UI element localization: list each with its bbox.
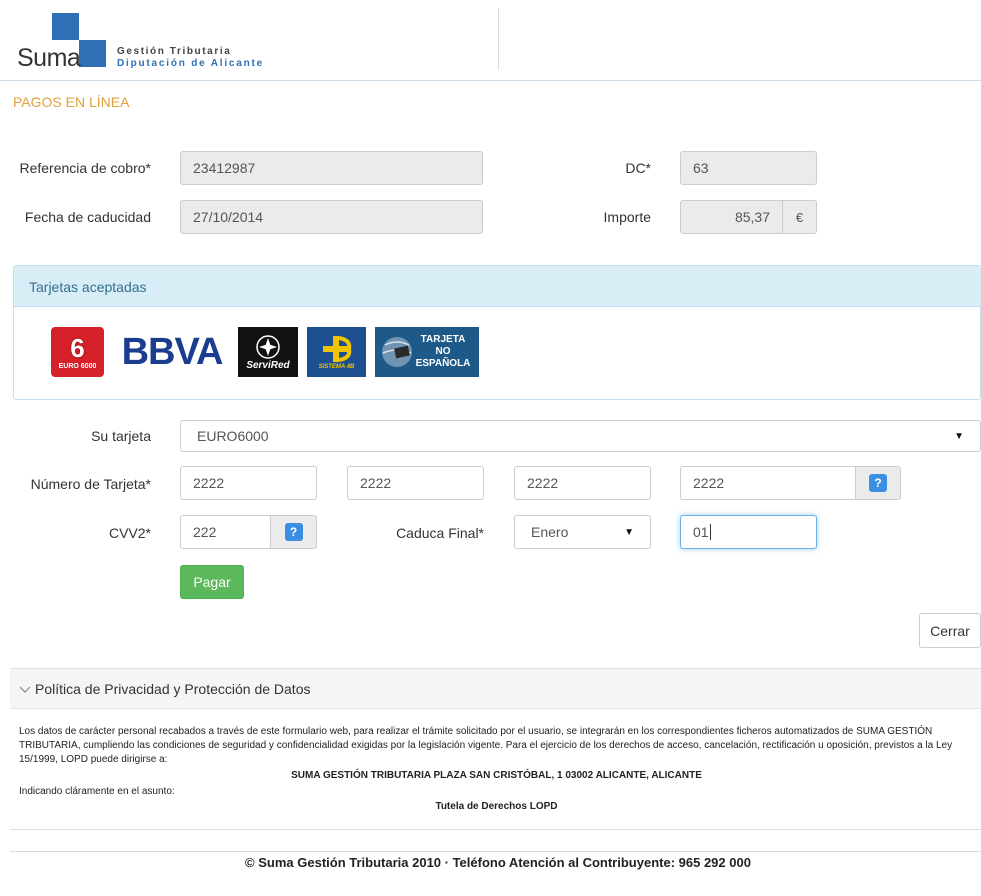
reference-field: 23412987 [180, 151, 483, 185]
dc-field: 63 [680, 151, 817, 185]
card-number-part-3[interactable]: 2222 [514, 466, 651, 500]
expiry-date-value: 27/10/2014 [193, 209, 264, 225]
currency-symbol: € [795, 209, 804, 225]
amount-value: 85,37 [734, 209, 770, 225]
page-title: PAGOS EN LÍNEA [13, 94, 130, 110]
privacy-subject-label: Indicando cláramente en el asunto: [19, 786, 175, 797]
euro6000-glyph: 6 [70, 332, 85, 363]
card-number-part-1[interactable]: 2222 [180, 466, 317, 500]
expiry-year-value: 01 [693, 524, 709, 540]
privacy-subject: Tutela de Derechos LOPD [435, 801, 558, 812]
card-number-part-1-value: 2222 [193, 475, 225, 491]
sistema4b-logo: SISTEMA 4B [307, 327, 366, 377]
euro6000-caption: EURO 6000 [58, 362, 97, 370]
card-number-label: Número de Tarjeta* [30, 476, 151, 492]
cvv-help-addon[interactable]: ? [271, 515, 317, 549]
currency-addon: € [783, 200, 817, 234]
card-number-part-4[interactable]: 2222 [680, 466, 856, 500]
logo-subtitle-1: Gestión Tributaria [117, 46, 232, 57]
accepted-cards-header [14, 266, 981, 307]
sistema4b-text: SISTEMA 4B [318, 364, 355, 370]
expiry-year-field[interactable]: 01 [680, 515, 817, 549]
globe-icon [382, 337, 412, 367]
text-cursor [709, 524, 711, 540]
privacy-title: Política de Privacidad y Protección de D… [35, 681, 311, 697]
cvv-help-icon[interactable]: ? [284, 523, 303, 541]
logo-wordmark: Suma [17, 44, 81, 72]
cvv-value: 222 [193, 524, 217, 540]
card-type-caret-icon: ▼ [954, 430, 964, 442]
chevron-down-icon[interactable] [19, 686, 31, 694]
bbva-text: BBVA [121, 330, 224, 373]
expiry-month-caret-icon: ▼ [624, 526, 634, 538]
privacy-paragraph: Los datos de carácter personal recabados… [19, 726, 953, 765]
footer-separator-2 [10, 851, 981, 852]
pay-button[interactable]: Pagar [180, 565, 244, 599]
expiry-date-label: Fecha de caducidad [24, 209, 151, 225]
euro6000-logo: 6 EURO 6000 [51, 327, 104, 377]
accepted-cards-title: Tarjetas aceptadas [29, 279, 147, 295]
card-number-part-4-value: 2222 [693, 475, 725, 491]
close-button[interactable]: Cerrar [919, 613, 981, 648]
reference-value: 23412987 [193, 160, 256, 176]
tarjeta-no-espanola-logo: TARJETA NO ESPAÑOLA [375, 327, 479, 377]
expiry-label: Caduca Final* [396, 525, 484, 541]
card-number-part-2-value: 2222 [360, 475, 392, 491]
dc-label: DC* [625, 160, 651, 176]
sistema4b-emblem-icon [322, 336, 351, 362]
cvv-field[interactable]: 222 [180, 515, 271, 549]
amount-field: 85,37 [680, 200, 783, 234]
amount-label: Importe [603, 209, 651, 225]
logo-square-top [52, 13, 79, 40]
expiry-date-field: 27/10/2014 [180, 200, 483, 234]
footer-text: © Suma Gestión Tributaria 2010 · Teléfon… [245, 855, 751, 870]
footer-separator-1 [10, 829, 981, 830]
card-number-help-icon[interactable]: ? [869, 474, 887, 492]
card-number-help-addon[interactable]: ? [856, 466, 901, 500]
bbva-logo: BBVA [115, 327, 229, 377]
dc-value: 63 [693, 160, 709, 176]
servired-text: ServiRed [246, 359, 290, 371]
card-number-part-2[interactable]: 2222 [347, 466, 484, 500]
logo-subtitle-2: Diputación de Alicante [117, 58, 265, 69]
card-number-part-3-value: 2222 [527, 475, 559, 491]
card-type-select[interactable]: EURO6000 ▼ [180, 420, 981, 452]
header-bottom-line [0, 80, 981, 81]
card-type-label: Su tarjeta [91, 428, 151, 444]
expiry-month-value: Enero [531, 524, 569, 540]
logo-square-bottom [79, 40, 106, 67]
header-divider [498, 8, 499, 70]
privacy-address: SUMA GESTIÓN TRIBUTARIA PLAZA SAN CRISTÓ… [291, 770, 702, 781]
tarjeta-no-espanola-text: TARJETA NO ESPAÑOLA [415, 334, 471, 369]
reference-label: Referencia de cobro* [19, 160, 151, 176]
servired-logo: ServiRed [238, 327, 298, 377]
servired-emblem-icon [256, 334, 280, 359]
card-type-value: EURO6000 [197, 428, 269, 444]
cvv-label: CVV2* [108, 525, 151, 541]
expiry-month-select[interactable]: Enero ▼ [514, 515, 651, 549]
